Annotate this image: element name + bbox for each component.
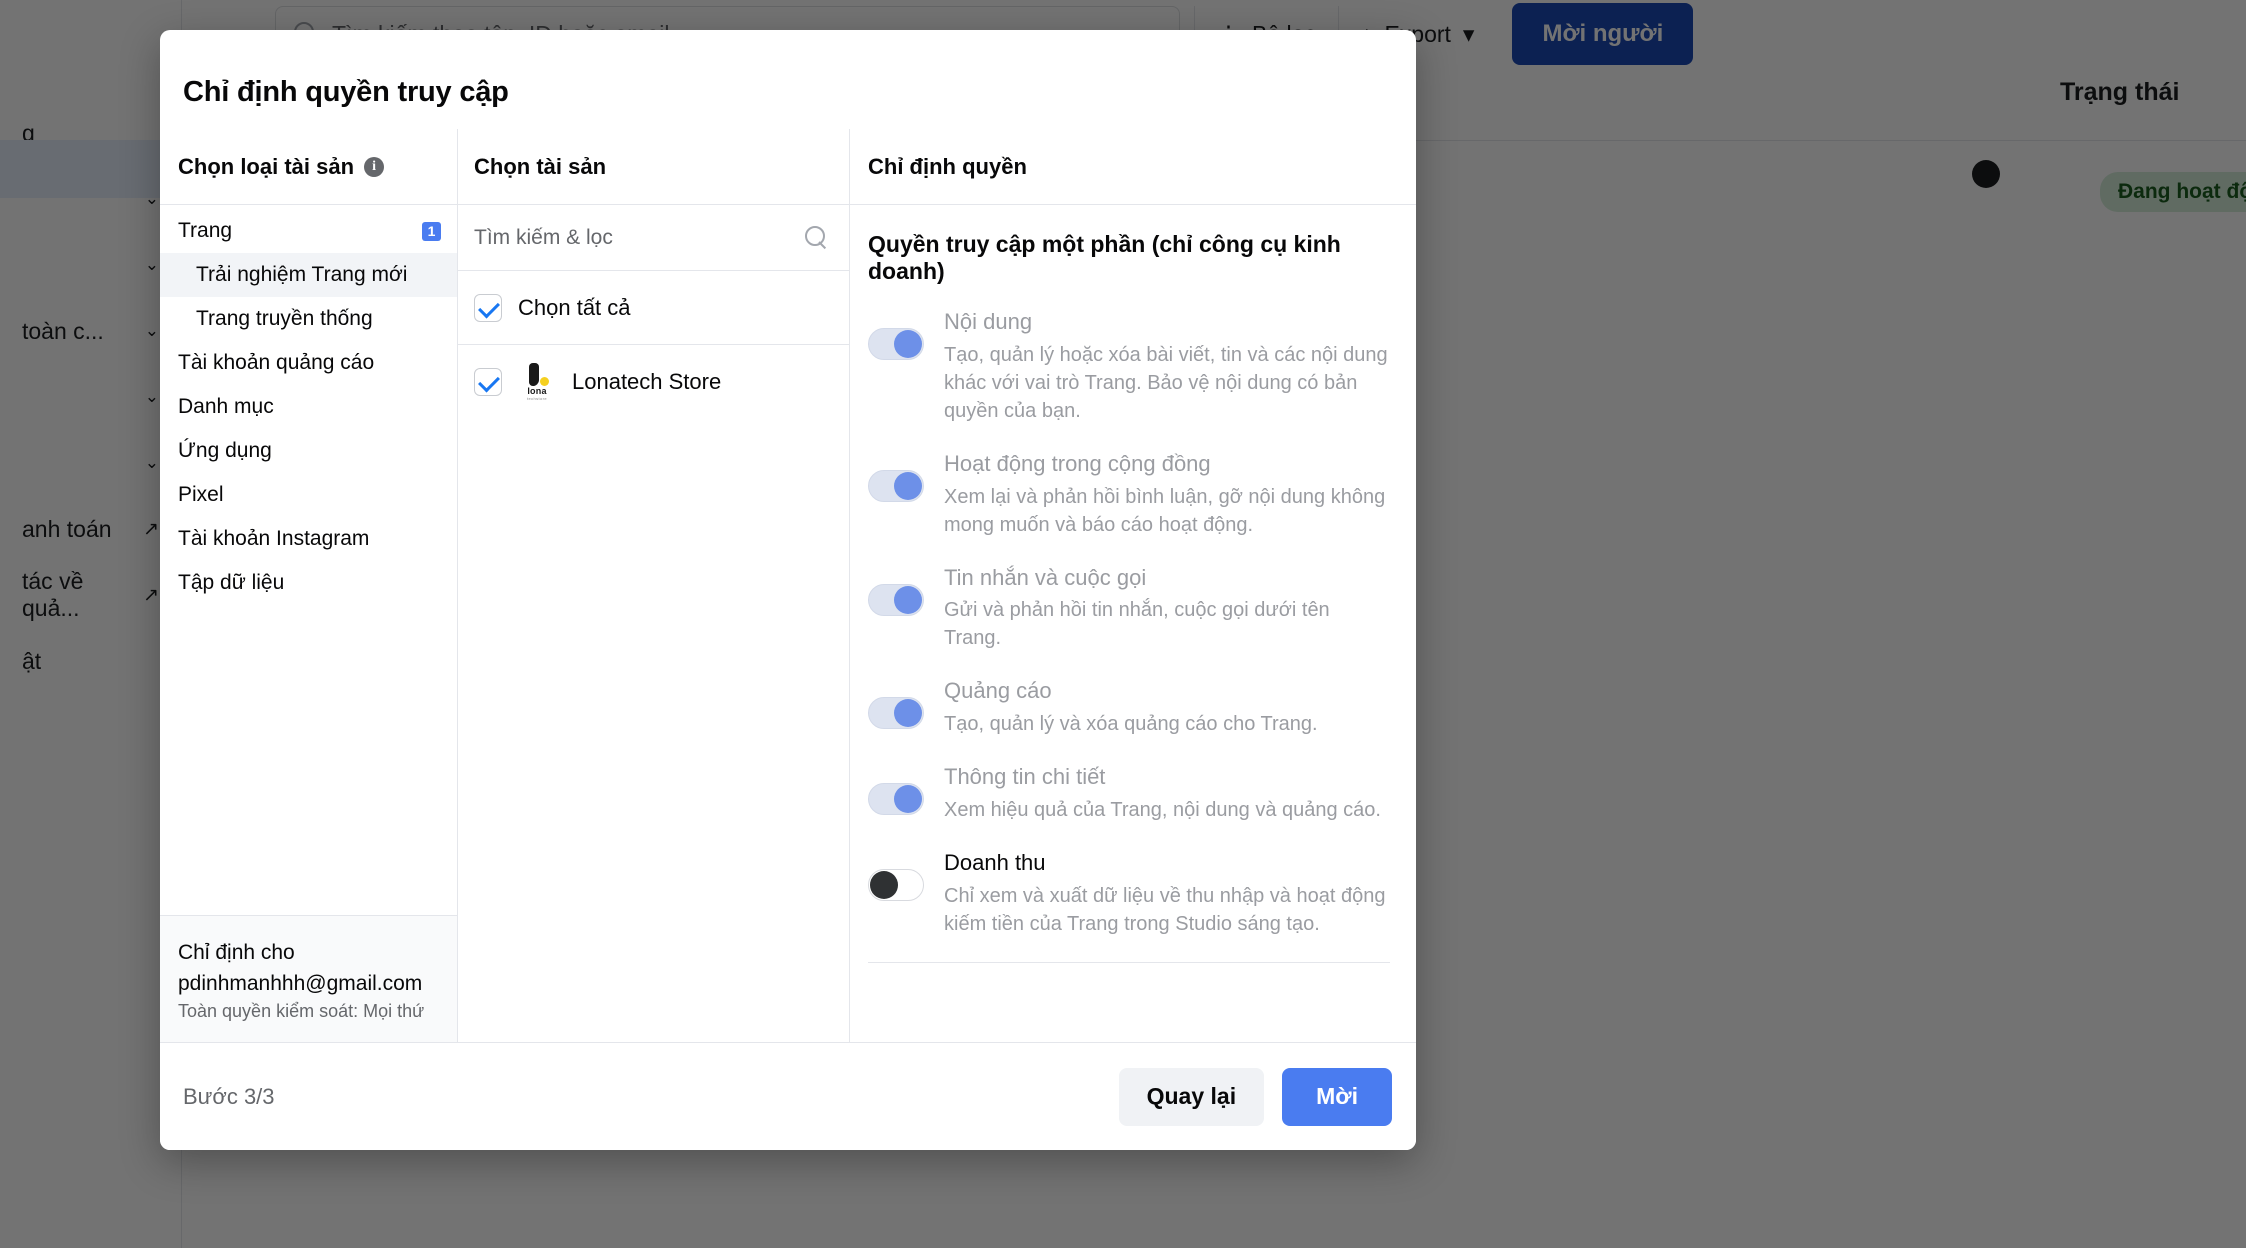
toggle-hoat-dong-cong-dong[interactable] <box>868 469 924 502</box>
logo-subtext: techstore <box>526 396 548 401</box>
permission-desc-3: Tạo, quản lý và xóa quảng cáo cho Trang. <box>944 713 1318 736</box>
permission-row-doanh-thu: Doanh thu Chỉ xem và xuất dữ liệu về thu… <box>868 844 1390 958</box>
permission-desc-0: Tạo, quản lý hoặc xóa bài viết, tin và c… <box>944 343 1388 422</box>
asset-type-label-6: Pixel <box>178 483 224 506</box>
permissions-divider <box>868 961 1390 963</box>
permissions-heading-row: Chỉ định quyền <box>850 129 1416 205</box>
permission-label-4: Thông tin chi tiết <box>944 764 1106 790</box>
permission-desc-5: Chỉ xem và xuất dữ liệu về thu nhập và h… <box>944 884 1386 935</box>
permission-desc-4: Xem hiệu quả của Trang, nội dung và quản… <box>944 798 1381 821</box>
assign-to-access: Toàn quyền kiểm soát: Mọi thứ <box>178 1001 425 1021</box>
select-all-row[interactable]: Chọn tất cả <box>458 271 849 345</box>
permission-label-1: Hoạt động trong cộng đồng <box>944 450 1211 476</box>
dialog-columns: Chọn loại tài sản i Trang 1 Trải nghiệm … <box>160 109 1416 1042</box>
permission-row-hoat-dong-cong-dong: Hoạt động trong cộng đồng Xem lại và phả… <box>868 445 1390 559</box>
permission-desc-1: Xem lại và phản hồi bình luận, gỡ nội du… <box>944 485 1386 536</box>
permission-label-5: Doanh thu <box>944 849 1046 875</box>
asset-type-item-apps[interactable]: Ứng dụng <box>160 429 457 473</box>
logo-wordmark: lona <box>527 386 547 396</box>
asset-type-label-4: Danh mục <box>178 395 274 418</box>
dialog-title: Chỉ định quyền truy cập <box>183 76 509 108</box>
permission-row-quang-cao: Quảng cáo Tạo, quản lý và xóa quảng cáo … <box>868 672 1390 758</box>
asset-type-label-7: Tài khoản Instagram <box>178 527 370 550</box>
search-icon <box>805 225 829 250</box>
asset-type-label-0: Trang <box>178 219 233 242</box>
permission-label-2: Tin nhắn và cuộc gọi <box>944 564 1147 590</box>
asset-type-item-dataset[interactable]: Tập dữ liệu <box>160 561 457 605</box>
permissions-heading: Chỉ định quyền <box>868 153 1027 179</box>
lona-logo-icon: lona techstore <box>518 363 556 401</box>
asset-type-item-catalog[interactable]: Danh mục <box>160 385 457 429</box>
asset-checkbox-lonatech-store[interactable] <box>474 368 502 396</box>
toggle-noi-dung[interactable] <box>868 328 924 360</box>
assign-to-email: pdinhmanhhh@gmail.com <box>178 971 423 995</box>
assign-to-panel: Chỉ định cho pdinhmanhhh@gmail.com Toàn … <box>160 915 457 1042</box>
toggle-doanh-thu[interactable] <box>868 868 924 901</box>
permission-desc-2: Gửi và phản hồi tin nhắn, cuộc gọi dưới … <box>944 599 1330 650</box>
asset-type-column: Chọn loại tài sản i Trang 1 Trải nghiệm … <box>160 129 458 1042</box>
toggle-thong-tin-chi-tiet[interactable] <box>868 783 924 816</box>
asset-type-label-3: Tài khoản quảng cáo <box>178 351 375 374</box>
asset-type-item-ad-account[interactable]: Tài khoản quảng cáo <box>160 341 457 385</box>
dialog-footer: Bước 3/3 Quay lại Mời <box>160 1042 1416 1150</box>
asset-type-count-badge: 1 <box>422 221 441 241</box>
assign-to-label: Chỉ định cho <box>178 941 295 965</box>
permissions-list[interactable]: Quyền truy cập một phần (chỉ công cụ kin… <box>850 205 1416 1042</box>
asset-type-item-classic-page[interactable]: Trang truyền thống <box>160 297 457 341</box>
asset-type-label-5: Ứng dụng <box>178 439 272 462</box>
info-icon[interactable]: i <box>364 156 385 177</box>
asset-type-item-new-page-experience[interactable]: Trải nghiệm Trang mới <box>160 253 457 297</box>
select-all-checkbox[interactable] <box>474 293 502 322</box>
asset-type-item-instagram-account[interactable]: Tài khoản Instagram <box>160 517 457 561</box>
back-button[interactable]: Quay lại <box>1118 1067 1265 1126</box>
permission-row-thong-tin-chi-tiet: Thông tin chi tiết Xem hiệu quả của Tran… <box>868 758 1390 844</box>
permission-label-0: Nội dung <box>944 309 1033 334</box>
permission-row-tin-nhan: Tin nhắn và cuộc gọi Gửi và phản hồi tin… <box>868 559 1390 673</box>
assets-search-placeholder: Tìm kiếm & lọc <box>474 225 613 249</box>
toggle-quang-cao[interactable] <box>868 697 924 730</box>
step-indicator: Bước 3/3 <box>183 1083 275 1109</box>
asset-type-label-8: Tập dữ liệu <box>178 571 285 594</box>
permissions-column: Chỉ định quyền Quyền truy cập một phần (… <box>850 129 1416 1042</box>
asset-type-label-1: Trải nghiệm Trang mới <box>196 263 408 286</box>
assets-heading: Chọn tài sản <box>474 153 607 179</box>
asset-type-item-pixel[interactable]: Pixel <box>160 473 457 517</box>
assign-access-dialog: Chỉ định quyền truy cập Chọn loại tài sả… <box>160 30 1416 1150</box>
permission-label-3: Quảng cáo <box>944 678 1052 704</box>
select-all-label: Chọn tất cả <box>518 294 631 320</box>
asset-type-list: Trang 1 Trải nghiệm Trang mới Trang truy… <box>160 205 457 915</box>
assets-column: Chọn tài sản Tìm kiếm & lọc Chọn tất cả … <box>458 129 850 1042</box>
asset-type-item-trang[interactable]: Trang 1 <box>160 209 457 253</box>
asset-row[interactable]: lona techstore Lonatech Store <box>458 345 849 419</box>
permission-row-noi-dung: Nội dung Tạo, quản lý hoặc xóa bài viết,… <box>868 303 1390 445</box>
invite-button[interactable]: Mời <box>1282 1067 1392 1126</box>
assets-heading-row: Chọn tài sản <box>458 129 849 205</box>
permissions-group-title: Quyền truy cập một phần (chỉ công cụ kin… <box>868 231 1341 284</box>
asset-name-lonatech-store: Lonatech Store <box>572 369 722 394</box>
assets-search-input[interactable]: Tìm kiếm & lọc <box>458 205 849 271</box>
asset-type-heading: Chọn loại tài sản <box>178 153 355 179</box>
toggle-tin-nhan[interactable] <box>868 583 924 616</box>
asset-type-label-2: Trang truyền thống <box>196 307 373 330</box>
asset-type-heading-row: Chọn loại tài sản i <box>160 129 457 205</box>
